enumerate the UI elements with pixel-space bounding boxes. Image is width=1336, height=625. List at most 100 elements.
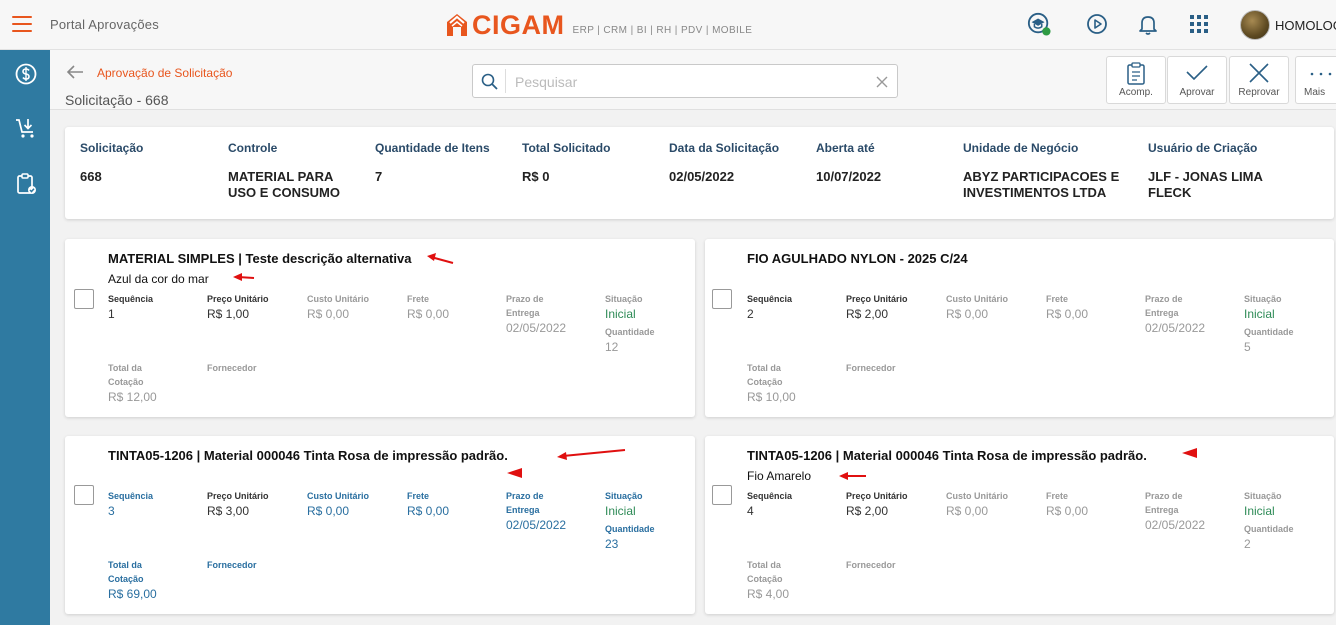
field-label: Sequência: [747, 491, 793, 501]
summary-unidade-negocio: Unidade de Negócio ABYZ PARTICIPACOES E …: [963, 141, 1138, 201]
item-title: FIO AGULHADO NYLON - 2025 C/24: [747, 251, 968, 266]
field-label: Sequência: [108, 491, 154, 501]
field-value: Inicial: [1244, 504, 1275, 518]
summary-value: 10/07/2022: [816, 169, 882, 184]
acomp-button[interactable]: Acomp.: [1106, 56, 1166, 104]
cart-download-icon[interactable]: [14, 116, 38, 140]
field-preco-unitario: Preço Unitário R$ 2,00: [846, 292, 908, 322]
clipboard-check-icon[interactable]: [14, 172, 38, 196]
aprovar-button[interactable]: Aprovar: [1167, 56, 1227, 104]
close-icon: [1249, 63, 1269, 83]
field-label: Frete: [1046, 294, 1069, 304]
summary-value: 7: [375, 169, 383, 184]
field-label: Preço Unitário: [207, 491, 269, 501]
field-value: R$ 0,00: [407, 307, 450, 321]
search-divider: [505, 69, 506, 93]
annotation-arrow: [427, 253, 454, 264]
item-card: TINTA05-1206 | Material 000046 Tinta Ros…: [705, 436, 1334, 614]
request-summary-card: Solicitação 668 Controle MATERIAL PARA U…: [65, 127, 1334, 219]
field-label: Fornecedor: [846, 560, 896, 570]
clear-icon[interactable]: [875, 75, 889, 89]
breadcrumb[interactable]: Aprovação de Solicitação: [97, 66, 232, 80]
field-situacao: Situação Inicial Quantidade 12: [605, 292, 655, 355]
avatar: [1240, 10, 1270, 40]
search-box: [472, 64, 898, 98]
field-value: 02/05/2022: [506, 518, 567, 532]
field-value: R$ 69,00: [108, 587, 157, 601]
logo-tagline: ERP | CRM | BI | RH | PDV | MOBILE: [572, 24, 753, 36]
summary-value: ABYZ PARTICIPACOES E INVESTIMENTOS LTDA: [963, 169, 1120, 200]
field-label: Custo Unitário: [307, 294, 369, 304]
search-input[interactable]: [515, 71, 865, 93]
item-subtitle: Azul da cor do mar: [108, 272, 209, 286]
field-fornecedor: Fornecedor: [846, 361, 896, 375]
summary-data-solicitacao: Data da Solicitação 02/05/2022: [669, 141, 779, 185]
field-label: Situação: [605, 491, 643, 501]
summary-label: Solicitação: [80, 141, 144, 155]
menu-icon[interactable]: [12, 16, 32, 32]
dollar-circle-icon[interactable]: [14, 62, 38, 86]
field-total-cotacao: Total da Cotação R$ 4,00: [747, 558, 797, 602]
field-value: R$ 12,00: [108, 390, 157, 404]
field-custo-unitario: Custo Unitário R$ 0,00: [946, 489, 1008, 519]
apps-grid-icon[interactable]: [1187, 12, 1211, 36]
field-value: R$ 2,00: [846, 504, 889, 518]
field-frete: Frete R$ 0,00: [407, 489, 449, 519]
field-preco-unitario: Preço Unitário R$ 2,00: [846, 489, 908, 519]
back-arrow-icon[interactable]: [66, 64, 84, 80]
user-menu[interactable]: HOMOLOG: [1240, 10, 1336, 40]
field-value: 02/05/2022: [1145, 518, 1206, 532]
field-frete: Frete R$ 0,00: [407, 292, 449, 322]
field-value: R$ 10,00: [747, 390, 796, 404]
item-subtitle: Fio Amarelo: [747, 469, 812, 483]
summary-label: Quantidade de Itens: [375, 141, 490, 155]
item-checkbox[interactable]: [74, 289, 94, 309]
field-frete: Frete R$ 0,00: [1046, 489, 1088, 519]
field-value: R$ 0,00: [946, 307, 989, 321]
play-circle-icon[interactable]: [1085, 12, 1109, 36]
field-prazo-entrega: Prazo de Entrega 02/05/2022: [1145, 489, 1205, 533]
field-fornecedor: Fornecedor: [207, 361, 257, 375]
item-checkbox[interactable]: [74, 485, 94, 505]
field-situacao: Situação Inicial Quantidade 2: [1244, 489, 1294, 552]
item-checkbox[interactable]: [712, 289, 732, 309]
summary-quantidade-itens: Quantidade de Itens 7: [375, 141, 490, 185]
bell-icon[interactable]: [1136, 12, 1160, 36]
reprovar-button[interactable]: Reprovar: [1229, 56, 1289, 104]
field-label: Total da Cotação: [108, 363, 144, 387]
field-custo-unitario: Custo Unitário R$ 0,00: [946, 292, 1008, 322]
search-icon: [481, 73, 498, 90]
item-card: MATERIAL SIMPLES | Teste descrição alter…: [65, 239, 695, 417]
top-bar: Portal Aprovações CIGAM ERP | CRM | BI |…: [0, 0, 1336, 50]
annotation-arrow: [839, 472, 866, 480]
checkmark-icon: [1186, 65, 1208, 81]
field-value: R$ 0,00: [307, 504, 350, 518]
field-total-cotacao: Total da Cotação R$ 10,00: [747, 361, 797, 405]
item-title: TINTA05-1206 | Material 000046 Tinta Ros…: [108, 448, 508, 463]
mais-button[interactable]: Mais: [1295, 56, 1336, 104]
field-total-cotacao: Total da Cotação R$ 69,00: [108, 558, 158, 602]
field-sequencia: Sequência 4: [747, 489, 792, 519]
field-value: R$ 0,00: [307, 307, 350, 321]
more-dots-icon: [1310, 72, 1332, 76]
field-label: Custo Unitário: [307, 491, 369, 501]
field-label: Fornecedor: [846, 363, 896, 373]
summary-value: 02/05/2022: [669, 169, 735, 184]
field-label: Quantidade: [605, 524, 655, 534]
mais-label: Mais: [1304, 87, 1326, 98]
field-label: Sequência: [108, 294, 154, 304]
field-preco-unitario: Preço Unitário R$ 3,00: [207, 489, 269, 519]
summary-total-solicitado: Total Solicitado R$ 0: [522, 141, 610, 185]
sidebar: [0, 50, 50, 625]
field-total-cotacao: Total da Cotação R$ 12,00: [108, 361, 158, 405]
field-value: Inicial: [1244, 307, 1275, 321]
field-value: R$ 0,00: [407, 504, 450, 518]
field-value: 2: [1244, 537, 1251, 551]
field-label: Fornecedor: [207, 363, 257, 373]
aprovar-label: Aprovar: [1179, 87, 1215, 98]
summary-controle: Controle MATERIAL PARA USO E CONSUMO: [228, 141, 358, 201]
item-title: MATERIAL SIMPLES | Teste descrição alter…: [108, 251, 412, 266]
graduation-cap-icon[interactable]: [1027, 12, 1051, 36]
app-title: Portal Aprovações: [50, 17, 159, 32]
item-checkbox[interactable]: [712, 485, 732, 505]
